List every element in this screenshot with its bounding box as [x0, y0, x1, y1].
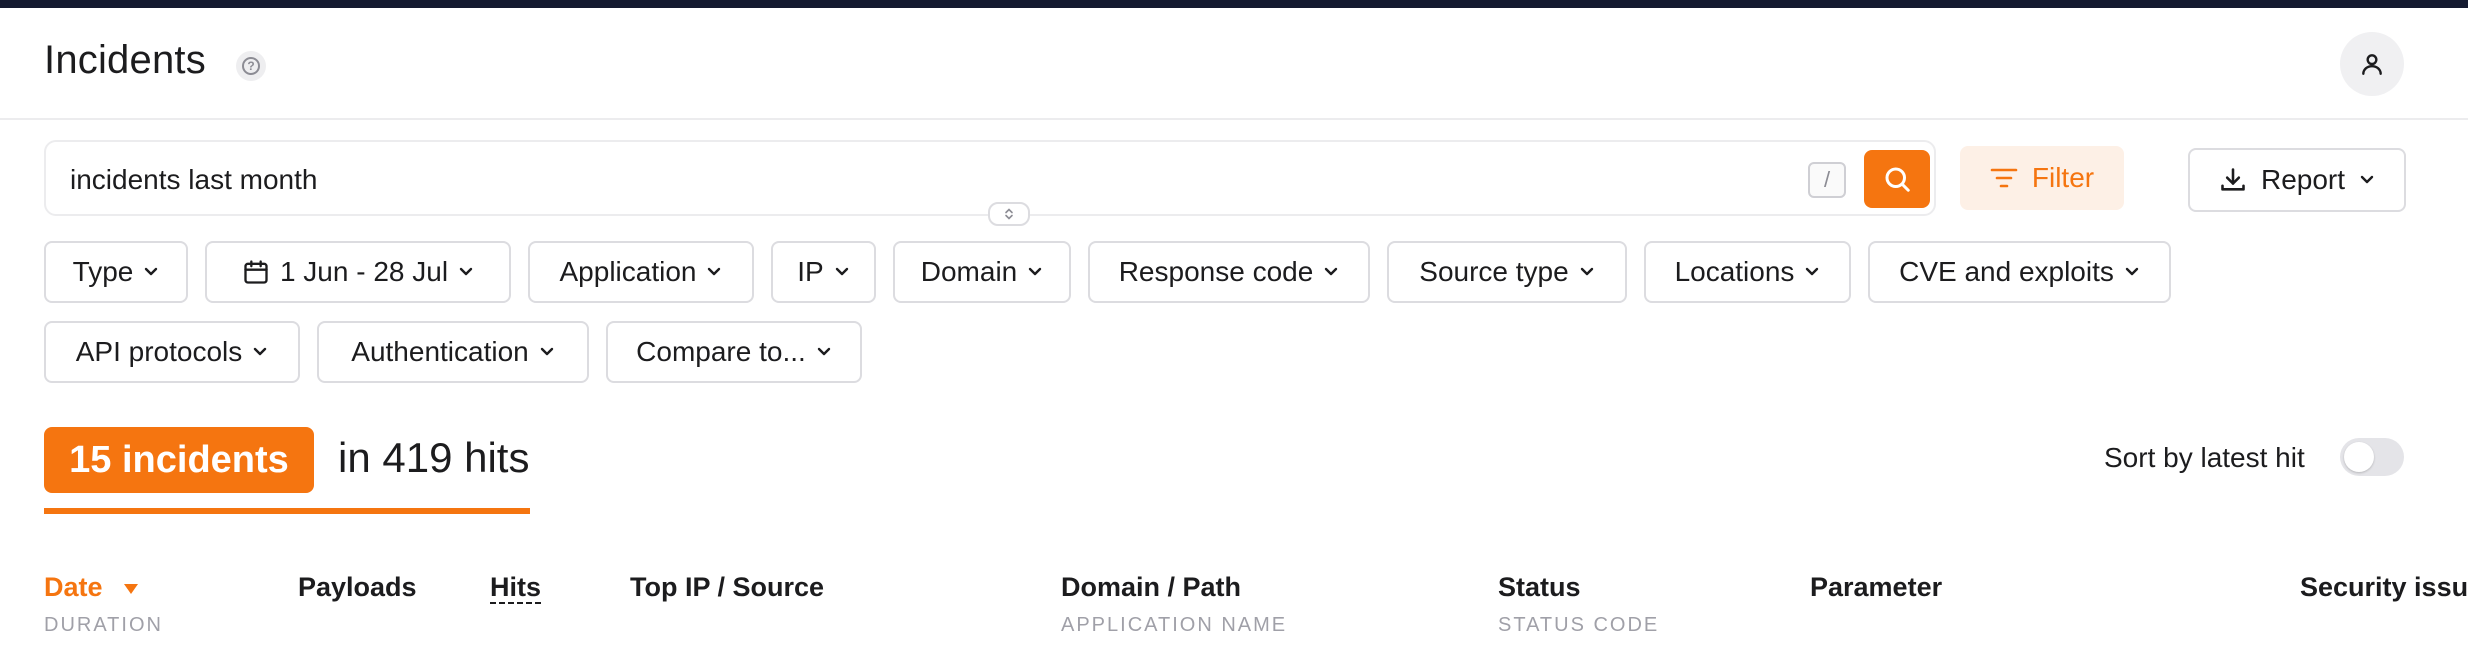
report-button[interactable]: Report [2188, 148, 2406, 212]
chevron-down-icon [1325, 267, 1338, 276]
active-tab-underline [44, 508, 530, 514]
chevron-down-icon [1580, 267, 1593, 276]
filter-api-protocols-label: API protocols [75, 336, 243, 367]
filter-application[interactable]: Application [528, 241, 754, 303]
filter-source-type-label: Source type [1419, 256, 1569, 287]
chevron-down-icon [2125, 267, 2139, 276]
download-icon [2221, 168, 2245, 191]
filter-button[interactable]: Filter [1960, 146, 2124, 210]
filter-source-type[interactable]: Source type [1387, 241, 1627, 303]
column-header-date[interactable]: Date [44, 572, 140, 603]
page-header: Incidents ? [0, 8, 2468, 120]
column-header-hits[interactable]: Hits [490, 572, 542, 604]
filter-ip-label: IP [797, 256, 824, 287]
chevron-down-icon [817, 347, 831, 356]
shortcut-key-hint: / [1808, 162, 1846, 198]
sort-latest-hit-label: Sort by latest hit [2104, 442, 2305, 473]
sort-desc-icon [124, 583, 139, 594]
chevron-down-icon [459, 267, 473, 276]
filter-compare-to-label: Compare to... [636, 336, 806, 367]
column-header-status[interactable]: Status [1498, 572, 1581, 603]
filter-application-label: Application [559, 256, 697, 287]
incidents-count-badge[interactable]: 15 incidents [44, 427, 314, 493]
filter-response-code-label: Response code [1118, 256, 1314, 287]
column-sub-duration: DURATION [44, 614, 163, 636]
user-avatar-button[interactable] [2340, 32, 2404, 96]
search-button[interactable] [1864, 150, 1930, 208]
chevron-down-icon [145, 267, 158, 276]
column-header-security-issue[interactable]: Security issue [2300, 572, 2468, 603]
search-input[interactable] [70, 160, 1770, 200]
filter-button-label: Filter [2031, 162, 2095, 193]
hits-count: in 419 hits [338, 434, 530, 481]
filter-domain[interactable]: Domain [893, 241, 1071, 303]
filter-api-protocols[interactable]: API protocols [44, 321, 300, 383]
column-sub-application-name: APPLICATION NAME [1061, 614, 1288, 636]
toggle-knob [2344, 442, 2374, 472]
page-title: Incidents [44, 38, 206, 82]
column-header-domain-path[interactable]: Domain / Path [1061, 572, 1241, 603]
chevron-down-icon [1806, 267, 1819, 276]
filter-locations-label: Locations [1674, 256, 1795, 287]
filter-locations[interactable]: Locations [1644, 241, 1851, 303]
filter-type-label: Type [72, 256, 134, 287]
column-header-top-ip-source[interactable]: Top IP / Source [630, 572, 824, 603]
filter-lines-icon [1990, 168, 2018, 188]
user-icon [2362, 54, 2382, 75]
chevron-down-icon [708, 267, 721, 276]
filter-authentication-label: Authentication [351, 336, 529, 367]
filter-domain-label: Domain [920, 256, 1018, 287]
chevron-down-icon [2360, 175, 2374, 184]
filter-response-code[interactable]: Response code [1088, 241, 1370, 303]
filter-compare-to[interactable]: Compare to... [606, 321, 862, 383]
column-header-hits-label: Hits [490, 572, 542, 604]
chevron-down-icon [835, 267, 848, 276]
filter-date-range[interactable]: 1 Jun - 28 Jul [205, 241, 511, 303]
expand-search-handle[interactable] [988, 202, 1030, 226]
chevron-down-icon [1029, 267, 1042, 276]
filter-authentication[interactable]: Authentication [317, 321, 589, 383]
report-button-label: Report [2260, 164, 2346, 195]
top-accent-bar [0, 0, 2468, 8]
column-header-payloads[interactable]: Payloads [298, 572, 417, 603]
magnifier-icon [1885, 167, 1910, 192]
chevron-down-icon [254, 347, 267, 356]
filter-ip[interactable]: IP [771, 241, 876, 303]
calendar-icon [244, 260, 268, 284]
filter-type[interactable]: Type [44, 241, 188, 303]
column-header-parameter[interactable]: Parameter [1810, 572, 1942, 603]
filter-date-range-label: 1 Jun - 28 Jul [279, 256, 449, 287]
filter-cve-exploits[interactable]: CVE and exploits [1868, 241, 2171, 303]
filter-cve-exploits-label: CVE and exploits [1899, 256, 2114, 287]
column-header-date-label: Date [44, 572, 103, 602]
chevron-down-icon [540, 347, 553, 356]
expand-collapse-icon [1005, 208, 1013, 220]
question-circle-icon[interactable]: ? [236, 51, 266, 81]
column-sub-status-code: STATUS CODE [1498, 614, 1660, 636]
sort-latest-hit-toggle[interactable] [2340, 438, 2404, 476]
